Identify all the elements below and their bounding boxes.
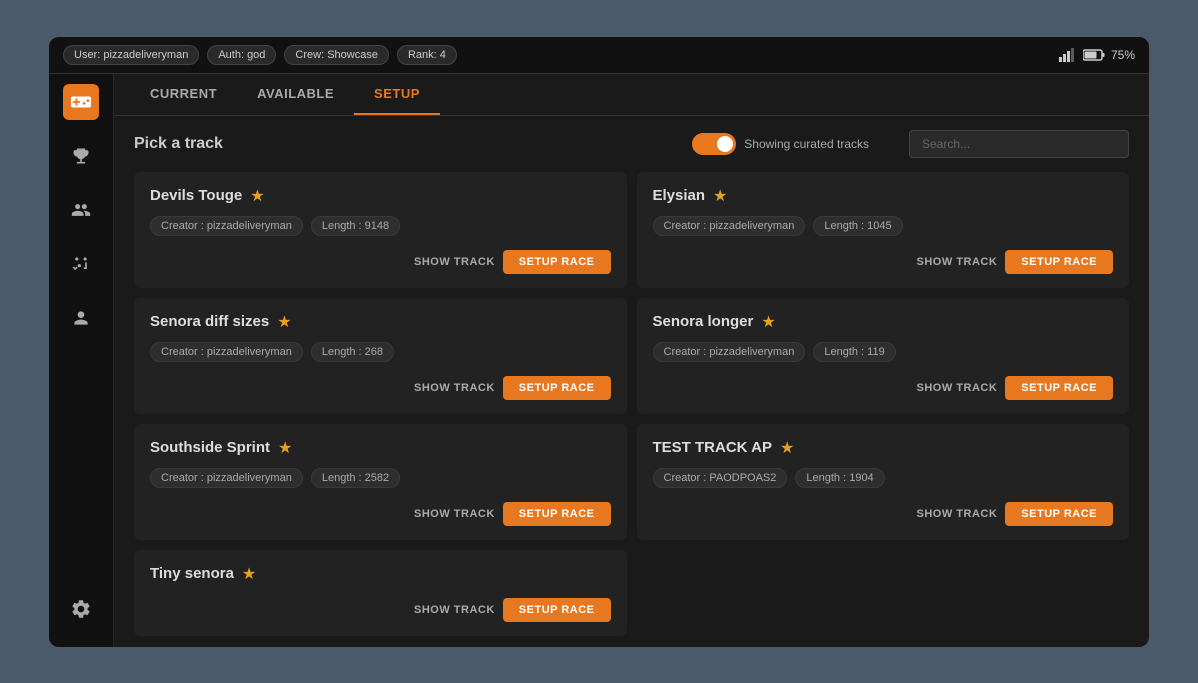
curated-toggle[interactable]: [692, 133, 736, 155]
length-badge: Length : 268: [311, 342, 394, 362]
track-title-row: Devils Touge ★: [150, 186, 611, 206]
creator-badge: Creator : PAODPOAS2: [653, 468, 788, 488]
length-badge: Length : 1904: [795, 468, 884, 488]
sidebar: [49, 74, 114, 647]
track-title-row: Tiny senora ★: [150, 564, 611, 584]
track-actions: SHOW TRACK SETUP RACE: [150, 250, 611, 274]
top-bar-right: 75%: [1059, 48, 1135, 62]
length-badge: Length : 119: [813, 342, 895, 362]
show-track-button[interactable]: SHOW TRACK: [917, 382, 998, 394]
tab-current[interactable]: CURRENT: [130, 74, 237, 115]
setup-race-button[interactable]: SETUP RACE: [1005, 250, 1113, 274]
show-track-button[interactable]: SHOW TRACK: [414, 604, 495, 616]
track-title-row: Southside Sprint ★: [150, 438, 611, 458]
sidebar-icon-person[interactable]: [63, 300, 99, 336]
track-title-row: Elysian ★: [653, 186, 1114, 206]
battery-icon: [1083, 49, 1105, 61]
setup-race-button[interactable]: SETUP RACE: [1005, 376, 1113, 400]
toggle-label: Showing curated tracks: [744, 137, 869, 151]
sidebar-icon-people[interactable]: [63, 192, 99, 228]
track-card-senora-diff-sizes: Senora diff sizes ★ Creator : pizzadeliver…: [134, 298, 627, 414]
sidebar-icon-route[interactable]: [63, 246, 99, 282]
setup-race-button[interactable]: SETUP RACE: [503, 502, 611, 526]
auth-badge: Auth: god: [207, 45, 276, 65]
crew-badge: Crew: Showcase: [284, 45, 389, 65]
top-bar-left: User: pizzadeliveryman Auth: god Crew: S…: [63, 45, 457, 65]
setup-race-button[interactable]: SETUP RACE: [503, 376, 611, 400]
star-icon: ★: [277, 312, 291, 332]
length-badge: Length : 2582: [311, 468, 400, 488]
battery-level: 75%: [1111, 48, 1135, 62]
sidebar-bottom: [63, 591, 99, 637]
app-window: User: pizzadeliveryman Auth: god Crew: S…: [49, 37, 1149, 647]
creator-badge: Creator : pizzadeliveryman: [150, 468, 303, 488]
main-area: CURRENT AVAILABLE SETUP Pick a track Sho…: [49, 74, 1149, 647]
track-meta: Creator : PAODPOAS2 Length : 1904: [653, 468, 1114, 488]
track-title: Senora longer: [653, 313, 754, 330]
track-meta: Creator : pizzadeliveryman Length : 119: [653, 342, 1114, 362]
signal-icon: [1059, 48, 1077, 62]
show-track-button[interactable]: SHOW TRACK: [414, 508, 495, 520]
track-actions: SHOW TRACK SETUP RACE: [150, 376, 611, 400]
user-badge: User: pizzadeliveryman: [63, 45, 199, 65]
track-meta: Creator : pizzadeliveryman Length : 9148: [150, 216, 611, 236]
creator-badge: Creator : pizzadeliveryman: [653, 216, 806, 236]
track-card-elysian: Elysian ★ Creator : pizzadeliveryman Length…: [637, 172, 1130, 288]
pick-a-track-label: Pick a track: [134, 135, 223, 153]
star-icon: ★: [250, 186, 264, 206]
track-title-row: Senora longer ★: [653, 312, 1114, 332]
track-title: Devils Touge: [150, 187, 242, 204]
track-title: Southside Sprint: [150, 439, 270, 456]
creator-badge: Creator : pizzadeliveryman: [653, 342, 806, 362]
search-input[interactable]: [909, 130, 1129, 158]
track-meta: Creator : pizzadeliveryman Length : 268: [150, 342, 611, 362]
show-track-button[interactable]: SHOW TRACK: [917, 256, 998, 268]
star-icon: ★: [242, 564, 256, 584]
track-actions: SHOW TRACK SETUP RACE: [653, 250, 1114, 274]
track-card-southside-sprint: Southside Sprint ★ Creator : pizzadelivery…: [134, 424, 627, 540]
creator-badge: Creator : pizzadeliveryman: [150, 216, 303, 236]
rank-badge: Rank: 4: [397, 45, 457, 65]
sidebar-icon-gamepad[interactable]: [63, 84, 99, 120]
track-meta: Creator : pizzadeliveryman Length : 1045: [653, 216, 1114, 236]
star-icon: ★: [713, 186, 727, 206]
track-card-tiny-senora: Tiny senora ★ SHOW TRACK SETUP RACE: [134, 550, 627, 636]
setup-race-button[interactable]: SETUP RACE: [1005, 502, 1113, 526]
content-header: Pick a track Showing curated tracks: [114, 116, 1149, 172]
sidebar-icon-settings[interactable]: [63, 591, 99, 627]
sidebar-icon-trophy[interactable]: [63, 138, 99, 174]
track-actions: SHOW TRACK SETUP RACE: [653, 502, 1114, 526]
track-actions: SHOW TRACK SETUP RACE: [150, 502, 611, 526]
tabs: CURRENT AVAILABLE SETUP: [114, 74, 1149, 116]
star-icon: ★: [780, 438, 794, 458]
track-card-test-track-ap: TEST TRACK AP ★ Creator : PAODPOAS2 Length …: [637, 424, 1130, 540]
length-badge: Length : 9148: [311, 216, 400, 236]
setup-race-button[interactable]: SETUP RACE: [503, 250, 611, 274]
toggle-area: Showing curated tracks: [692, 133, 869, 155]
show-track-button[interactable]: SHOW TRACK: [414, 382, 495, 394]
star-icon: ★: [278, 438, 292, 458]
track-card-devils-touge: Devils Touge ★ Creator : pizzadeliveryman L…: [134, 172, 627, 288]
track-title-row: Senora diff sizes ★: [150, 312, 611, 332]
show-track-button[interactable]: SHOW TRACK: [414, 256, 495, 268]
length-badge: Length : 1045: [813, 216, 902, 236]
top-bar: User: pizzadeliveryman Auth: god Crew: S…: [49, 37, 1149, 74]
track-title-row: TEST TRACK AP ★: [653, 438, 1114, 458]
tracks-grid: Devils Touge ★ Creator : pizzadeliveryman L…: [114, 172, 1149, 647]
tab-setup[interactable]: SETUP: [354, 74, 440, 115]
content-area: CURRENT AVAILABLE SETUP Pick a track Sho…: [114, 74, 1149, 647]
creator-badge: Creator : pizzadeliveryman: [150, 342, 303, 362]
track-title: Tiny senora: [150, 565, 234, 582]
track-title: TEST TRACK AP: [653, 439, 772, 456]
track-card-senora-longer: Senora longer ★ Creator : pizzadeliveryman…: [637, 298, 1130, 414]
star-icon: ★: [761, 312, 775, 332]
tab-available[interactable]: AVAILABLE: [237, 74, 354, 115]
track-meta: Creator : pizzadeliveryman Length : 2582: [150, 468, 611, 488]
track-title: Senora diff sizes: [150, 313, 269, 330]
show-track-button[interactable]: SHOW TRACK: [917, 508, 998, 520]
setup-race-button[interactable]: SETUP RACE: [503, 598, 611, 622]
track-actions: SHOW TRACK SETUP RACE: [653, 376, 1114, 400]
track-title: Elysian: [653, 187, 706, 204]
track-actions: SHOW TRACK SETUP RACE: [150, 598, 611, 622]
